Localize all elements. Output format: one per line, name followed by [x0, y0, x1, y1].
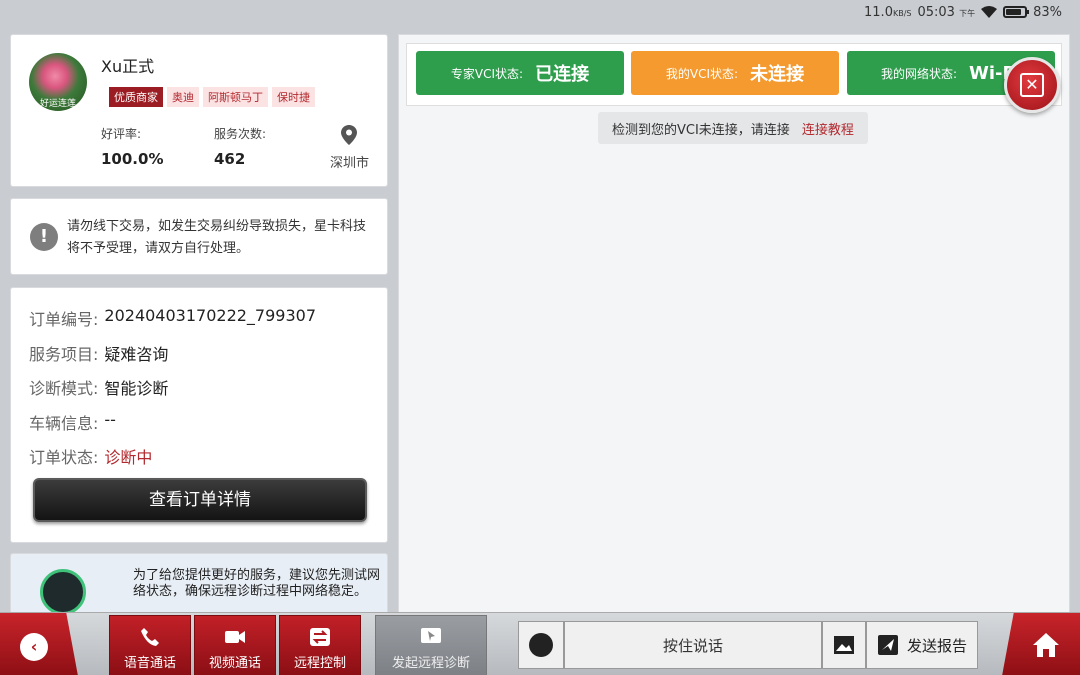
profile-card: 好运连莲 Xu正式 优质商家 奥迪 阿斯顿马丁 保时捷 好评率: 100.0% …	[10, 34, 388, 187]
rating-label: 好评率:	[101, 127, 142, 141]
bottom-toolbar: ‹ 语音通话 视频通话 远程控制 发起远程诊断 按住说话 发送报告	[0, 612, 1080, 675]
send-image-button[interactable]	[822, 621, 866, 669]
phone-icon	[141, 628, 159, 646]
order-card: 订单编号: 20240403170222_799307 服务项目: 疑难咨询 诊断模…	[10, 287, 388, 543]
video-call-button[interactable]: 视频通话	[194, 615, 276, 675]
notice-card: ! 请勿线下交易，如发生交易纠纷导致损失，星卡科技将不予受理，请双方自行处理。	[10, 198, 388, 275]
remote-session-panel: 专家VCI状态: 已连接 我的VCI状态: 未连接 我的网络状态: Wi-Fi ✕ 检…	[398, 34, 1070, 614]
network-tip-text: 为了给您提供更好的服务，建议您先测试网络状态，确保远程诊断过程中网络稳定。	[133, 568, 381, 599]
vci-hint: 检测到您的VCI未连接，请连接 连接教程	[598, 112, 868, 144]
order-row: 服务项目: 疑难咨询	[29, 345, 169, 364]
vci-hint-text: 检测到您的VCI未连接，请连接	[612, 122, 790, 138]
tag: 优质商家	[109, 87, 163, 107]
connection-tutorial-link[interactable]: 连接教程	[802, 119, 854, 138]
disconnect-icon: ✕	[1020, 73, 1044, 97]
expert-vci-status: 专家VCI状态: 已连接	[416, 51, 624, 95]
status-bar: 11.0KB/S 05:03 下午 83%	[0, 0, 1080, 24]
home-button[interactable]	[1002, 613, 1080, 675]
keyboard-toggle-button[interactable]	[518, 621, 564, 669]
location-text: 深圳市	[330, 156, 370, 171]
order-row: 订单编号: 20240403170222_799307	[29, 306, 316, 329]
wifi-icon	[981, 6, 998, 18]
battery-icon	[1003, 6, 1030, 18]
end-session-button[interactable]: ✕	[1004, 57, 1060, 113]
tag: 阿斯顿马丁	[203, 87, 268, 107]
back-button[interactable]: ‹	[0, 613, 78, 675]
tag: 奥迪	[167, 87, 199, 107]
remote-control-button[interactable]: 远程控制	[279, 615, 361, 675]
order-row: 订单状态: 诊断中	[29, 448, 153, 467]
service-count-label: 服务次数:	[214, 127, 267, 141]
keyboard-icon	[529, 633, 553, 657]
clock: 05:03 下午	[917, 4, 976, 20]
battery-percent: 83%	[1033, 4, 1062, 20]
tag-list: 优质商家 奥迪 阿斯顿马丁 保时捷	[109, 87, 315, 107]
swap-arrows-icon	[310, 628, 330, 646]
order-row: 诊断模式: 智能诊断	[29, 379, 169, 398]
send-report-button[interactable]: 发送报告	[866, 621, 978, 669]
user-name: Xu正式	[101, 57, 155, 76]
video-camera-icon	[225, 631, 245, 643]
rating-value: 100.0%	[101, 150, 164, 168]
image-icon	[834, 636, 854, 654]
voice-call-button[interactable]: 语音通话	[109, 615, 191, 675]
home-icon	[1033, 633, 1059, 657]
notice-text: 请勿线下交易，如发生交易纠纷导致损失，星卡科技将不予受理，请双方自行处理。	[67, 219, 367, 256]
back-arrow-icon: ‹	[20, 633, 48, 661]
view-order-details-button[interactable]: 查看订单详情	[33, 478, 367, 522]
vci-status-bar: 专家VCI状态: 已连接 我的VCI状态: 未连接 我的网络状态: Wi-Fi	[406, 43, 1062, 106]
warning-icon: !	[30, 223, 58, 251]
my-vci-status[interactable]: 我的VCI状态: 未连接	[631, 51, 839, 95]
screen-cursor-icon	[421, 628, 441, 643]
order-row: 车辆信息: --	[29, 410, 116, 433]
network-speed: 11.0KB/S	[864, 4, 912, 20]
location-pin-icon	[341, 125, 357, 145]
push-to-talk-button[interactable]: 按住说话	[564, 621, 822, 669]
tag: 保时捷	[272, 87, 315, 107]
start-remote-diagnosis-button[interactable]: 发起远程诊断	[375, 615, 487, 675]
speedometer-icon[interactable]	[40, 569, 86, 615]
service-count-value: 462	[214, 150, 246, 168]
send-report-icon	[877, 635, 898, 655]
avatar: 好运连莲	[29, 53, 87, 111]
